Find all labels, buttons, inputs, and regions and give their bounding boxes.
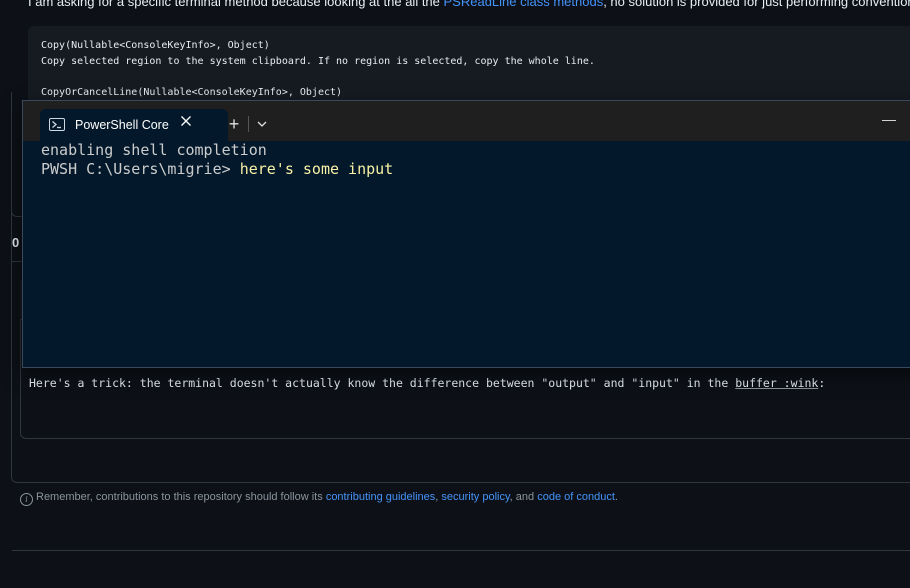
terminal-output[interactable]: enabling shell completion PWSH C:\Users\…	[41, 141, 393, 179]
code-line: Copy(Nullable<ConsoleKeyInfo>, Object)	[41, 40, 270, 51]
notice-sep: , and	[509, 491, 538, 503]
comment-underlined-text: buffer :wink	[735, 376, 819, 390]
terminal-input: here's some input	[239, 160, 394, 178]
divider	[12, 550, 910, 551]
question-text: I am asking for a specific terminal meth…	[28, 0, 444, 9]
question-card-edge	[11, 110, 22, 217]
close-icon[interactable]	[178, 115, 194, 131]
question-text-rest: , no solution is provided for just perfo…	[603, 0, 910, 9]
contributing-guidelines-link[interactable]: contributing guidelines	[326, 491, 435, 503]
terminal-titlebar[interactable]: PowerShell Core + —	[23, 101, 910, 141]
notice-text: Remember, contributions to this reposito…	[36, 491, 326, 503]
info-icon: i	[20, 493, 33, 506]
tab-separator	[248, 116, 249, 132]
answer-count: 0	[12, 235, 20, 250]
terminal-window[interactable]: PowerShell Core + — enabling shell compl…	[22, 100, 910, 368]
comment-textarea[interactable]: Here's a trick: the terminal doesn't act…	[29, 376, 825, 390]
security-policy-link[interactable]: security policy	[441, 491, 509, 503]
tab-title: PowerShell Core	[75, 118, 169, 132]
notice-end: .	[614, 491, 618, 503]
chevron-down-icon[interactable]	[252, 115, 272, 133]
comment-text-end: :	[818, 376, 826, 390]
powershell-icon	[49, 118, 65, 131]
terminal-line: enabling shell completion	[41, 141, 267, 159]
minimize-button[interactable]: —	[879, 109, 899, 129]
contribution-notice: i Remember, contributions to this reposit…	[20, 491, 618, 506]
tab-powershell-core[interactable]: PowerShell Core	[40, 109, 228, 141]
psreadline-methods-link[interactable]: PSReadLine class methods	[444, 0, 604, 9]
question-paragraph: I am asking for a specific terminal meth…	[28, 0, 910, 9]
terminal-prompt: PWSH C:\Users\migrie>	[41, 160, 240, 178]
code-line: Copy selected region to the system clipb…	[41, 56, 595, 67]
comment-text: Here's a trick: the terminal doesn't act…	[29, 376, 736, 390]
new-tab-button[interactable]: +	[223, 113, 245, 135]
code-of-conduct-link[interactable]: code of conduct	[537, 491, 615, 503]
